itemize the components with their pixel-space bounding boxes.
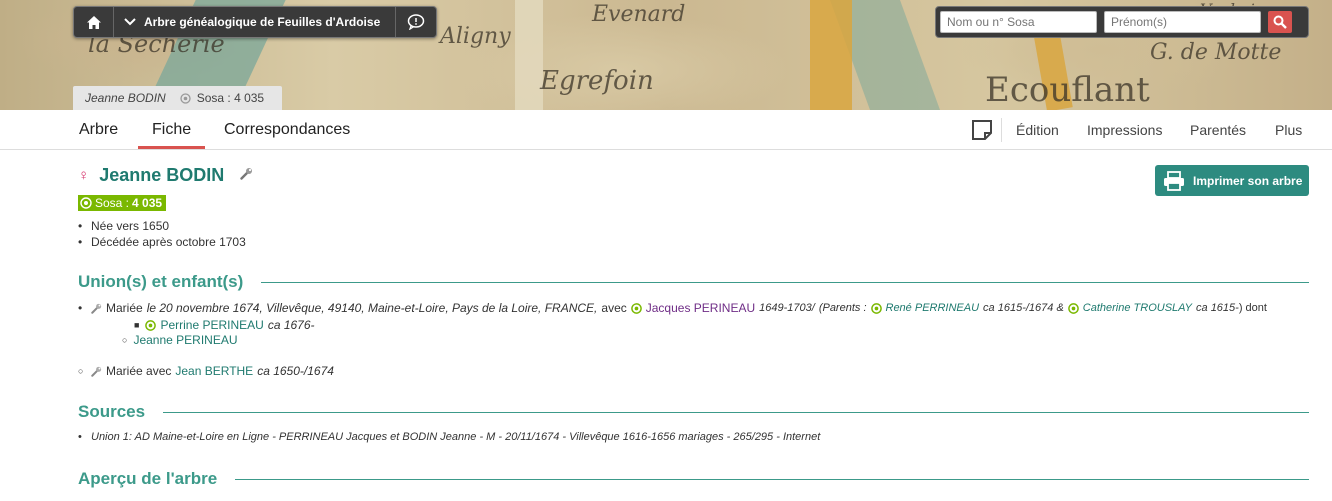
union-2-married: Mariée avec <box>106 364 172 378</box>
map-road <box>515 0 543 110</box>
map-label: G. de Motte <box>1150 40 1282 65</box>
search-button[interactable] <box>1268 11 1292 33</box>
child-2: ○ Jeanne PERINEAU <box>122 333 238 347</box>
person-name: Jeanne BODIN <box>99 165 225 185</box>
menu-parentes[interactable]: Parentés <box>1190 110 1246 149</box>
source-item: Union 1: AD Maine-et-Loire en Ligne - PE… <box>78 431 820 443</box>
menu-impressions[interactable]: Impressions <box>1087 110 1162 149</box>
map-label: Aligny <box>440 24 511 49</box>
union-1-details: le 20 novembre 1674, Villevêque, 49140, … <box>146 301 598 315</box>
sticky-note-icon <box>972 120 992 140</box>
death-fact: Décédée après octobre 1703 <box>78 234 246 250</box>
tab-fiche[interactable]: Fiche <box>138 110 206 149</box>
menu-separator <box>1001 118 1002 142</box>
spouse-link[interactable]: Jacques PERINEAU <box>646 301 755 315</box>
parents-close: ) dont <box>1238 302 1267 314</box>
menu-plus[interactable]: Plus <box>1275 110 1302 149</box>
child-1: ■ Perrine PERINEAU ca 1676- <box>134 318 315 332</box>
sosa-label: Sosa : <box>95 196 130 210</box>
map-label: Ecouflant <box>985 70 1150 110</box>
search-name-input[interactable] <box>940 11 1097 33</box>
sosa-target-icon <box>80 197 92 209</box>
female-icon: ♀ <box>78 167 90 184</box>
info-button[interactable] <box>396 7 436 37</box>
sosa-target-icon <box>1067 302 1079 314</box>
person-tab-name: Jeanne BODIN <box>85 91 166 105</box>
section-rule <box>163 411 1309 413</box>
note-icon[interactable] <box>971 119 993 146</box>
wrench-icon[interactable] <box>240 167 253 185</box>
tab-correspondances[interactable]: Correspondances <box>224 110 350 149</box>
printer-icon <box>1164 170 1184 191</box>
sosa-number: 4 035 <box>132 196 163 210</box>
sosa-target-icon <box>630 302 642 314</box>
sosa-badge: Sosa : 4 035 <box>78 195 167 211</box>
person-header: ♀ Jeanne BODIN <box>78 165 253 186</box>
tabs-bar: Arbre Fiche Correspondances Édition Impr… <box>0 110 1332 150</box>
union-1: • Mariée le 20 novembre 1674, Villevêque… <box>78 301 1267 315</box>
wrench-icon[interactable] <box>91 303 102 314</box>
section-rule <box>261 281 1309 283</box>
wrench-icon[interactable] <box>91 366 102 377</box>
section-rule <box>235 478 1309 480</box>
edit-wrench-icon <box>240 167 253 180</box>
site-title: Arbre généalogique de Feuilles d'Ardoise <box>144 15 381 29</box>
sources-title: Sources <box>78 402 146 421</box>
chevron-down-icon <box>124 18 136 26</box>
person-facts: Née vers 1650 Décédée après octobre 1703 <box>78 218 246 250</box>
search-icon <box>1273 15 1287 29</box>
sources-heading: Sources <box>78 402 1309 422</box>
unions-title: Union(s) et enfant(s) <box>78 272 244 291</box>
unions-heading: Union(s) et enfant(s) <box>78 272 1309 292</box>
sosa-target-icon <box>870 302 882 314</box>
person-tab-sosa-text: Sosa : 4 035 <box>196 91 265 105</box>
birth-fact: Née vers 1650 <box>78 218 246 234</box>
sosa-target-icon <box>145 319 157 331</box>
tab-arbre[interactable]: Arbre <box>79 110 118 149</box>
child-1-dates: ca 1676- <box>267 318 315 332</box>
tree-selector[interactable]: Arbre généalogique de Feuilles d'Ardoise <box>114 7 396 37</box>
tree-preview-title: Aperçu de l'arbre <box>78 469 218 488</box>
father-link[interactable]: René PERRINEAU <box>886 302 980 314</box>
spouse-dates: 1649-1703/ <box>759 302 815 314</box>
site-nav: Arbre généalogique de Feuilles d'Ardoise <box>73 6 437 38</box>
union-1-married: Mariée <box>106 301 143 315</box>
map-road <box>810 0 852 110</box>
child-2-link[interactable]: Jeanne PERINEAU <box>133 333 237 347</box>
union-2: ○ Mariée avec Jean BERTHE ca 1650-/1674 <box>78 364 334 378</box>
tree-preview-heading: Aperçu de l'arbre <box>78 469 1309 489</box>
search-firstname-input[interactable] <box>1104 11 1261 33</box>
father-dates: ca 1615-/1674 & <box>983 302 1064 314</box>
map-label: Egrefoin <box>540 66 654 96</box>
print-tree-button[interactable]: Imprimer son arbre <box>1155 165 1309 196</box>
union-2-spouse-link[interactable]: Jean BERTHE <box>175 364 253 378</box>
mother-link[interactable]: Catherine TROUSLAY <box>1083 302 1192 314</box>
speech-bubble-icon <box>407 14 425 30</box>
union-2-dates: ca 1650-/1674 <box>257 364 334 378</box>
parents-open: (Parents : <box>818 302 867 314</box>
person-tab-sosa: Sosa : 4 035 <box>180 91 264 105</box>
mother-dates: ca 1615- <box>1196 302 1239 314</box>
home-button[interactable] <box>74 7 114 37</box>
person-tab[interactable]: Jeanne BODIN Sosa : 4 035 <box>73 86 282 110</box>
search-bar <box>935 6 1309 38</box>
union-1-avec: avec <box>601 301 627 315</box>
sosa-target-icon <box>180 92 191 104</box>
home-icon <box>86 15 101 29</box>
child-1-link[interactable]: Perrine PERINEAU <box>160 318 263 332</box>
print-tree-label: Imprimer son arbre <box>1193 173 1303 188</box>
menu-edition[interactable]: Édition <box>1016 110 1059 149</box>
map-label: Evenard <box>592 2 686 27</box>
